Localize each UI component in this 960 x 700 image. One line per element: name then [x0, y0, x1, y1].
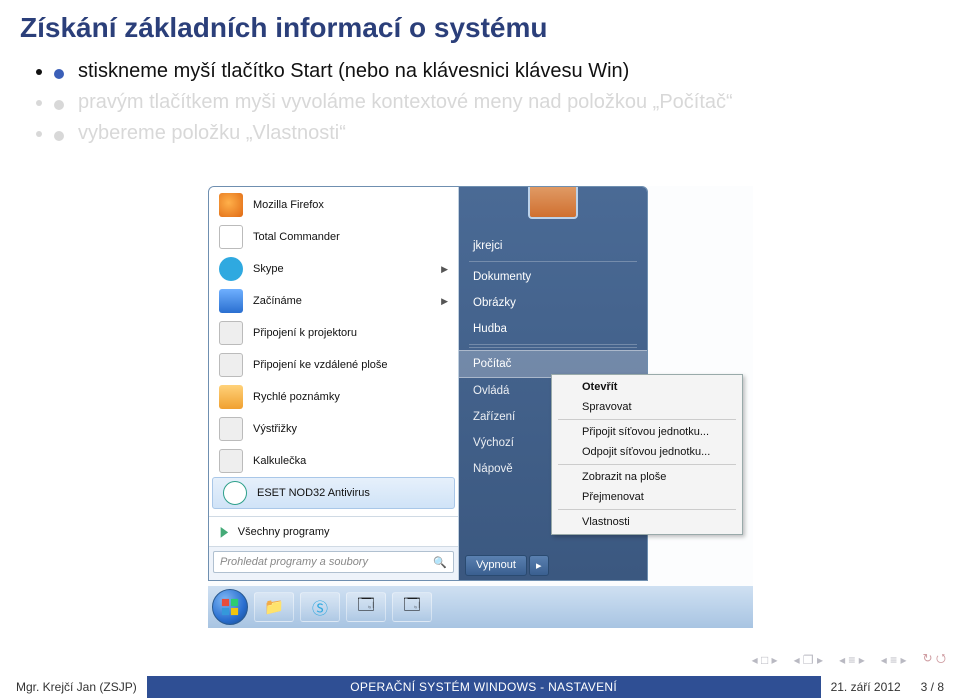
start-menu-item[interactable]: Připojení ke vzdálené ploše: [209, 349, 458, 381]
shutdown-button[interactable]: Vypnout: [465, 555, 527, 576]
all-programs-label: Všechny programy: [238, 526, 330, 538]
all-programs-item[interactable]: ▶ Všechny programy: [209, 516, 458, 546]
nav-frame-icon[interactable]: ◂ ❐ ▸: [794, 653, 823, 667]
start-menu-right-item[interactable]: Hudba: [459, 316, 647, 342]
start-menu-item-label: Skype: [253, 263, 284, 275]
start-menu-item-label: Kalkulečka: [253, 455, 306, 467]
start-menu-item[interactable]: Mozilla Firefox: [209, 189, 458, 221]
app-icon: [219, 385, 243, 409]
start-menu-right-item[interactable]: Dokumenty: [459, 264, 647, 290]
windows-logo-icon: [221, 598, 239, 616]
context-menu-item[interactable]: Zobrazit na ploše: [554, 467, 740, 487]
footer-title: OPERAČNÍ SYSTÉM WINDOWS - NASTAVENÍ: [147, 676, 821, 698]
chevron-right-icon: ▶: [441, 296, 448, 307]
app-icon: [219, 321, 243, 345]
taskbar-explorer-icon[interactable]: 📁: [254, 592, 294, 622]
arrow-right-icon: ▶: [221, 523, 229, 540]
search-row: Prohledat programy a soubory 🔍: [209, 546, 458, 580]
context-menu-item[interactable]: Vlastnosti: [554, 512, 740, 532]
nav-begin-icon[interactable]: ◂ □ ▸: [752, 653, 778, 667]
start-menu-left-column: Mozilla FirefoxTotal CommanderSkype▶Začí…: [209, 187, 459, 580]
beamer-nav-icons: ◂ □ ▸ ◂ ❐ ▸ ◂ ≡ ▸ ◂ ≡ ▸ ↻ ⭯: [752, 649, 946, 670]
start-menu-item-label: Připojení k projektoru: [253, 327, 357, 339]
context-menu-item[interactable]: Připojit síťovou jednotku...: [554, 422, 740, 442]
taskbar-skype-icon[interactable]: Ⓢ: [300, 592, 340, 622]
search-input[interactable]: Prohledat programy a soubory 🔍: [213, 551, 454, 573]
start-menu-item-label: Výstřižky: [253, 423, 297, 435]
start-menu-screenshot: Mozilla FirefoxTotal CommanderSkype▶Začí…: [208, 186, 753, 628]
footer-author: Mgr. Krejčí Jan (ZSJP): [16, 680, 137, 694]
shutdown-row: Vypnout ▸: [465, 555, 641, 576]
start-menu-item[interactable]: Výstřižky: [209, 413, 458, 445]
start-menu-item[interactable]: Začínáme ▶: [209, 285, 458, 317]
start-menu-item-label: ESET NOD32 Antivirus: [257, 487, 370, 499]
context-menu-item[interactable]: Otevřít: [554, 377, 740, 397]
nav-redo-icon[interactable]: ↻ ⭯: [923, 649, 947, 670]
app-icon: [219, 449, 243, 473]
start-menu-item[interactable]: Připojení k projektoru: [209, 317, 458, 349]
footer-date: 21. září 2012: [831, 680, 901, 694]
context-menu-item[interactable]: Spravovat: [554, 397, 740, 417]
footer-page-number: 3 / 8: [921, 680, 944, 694]
app-icon: [223, 481, 247, 505]
nav-section-icon[interactable]: ◂ ≡ ▸: [881, 653, 907, 667]
context-menu-item[interactable]: Přejmenovat: [554, 487, 740, 507]
user-avatar: [528, 186, 578, 219]
app-icon: [219, 289, 243, 313]
taskbar: 📁 Ⓢ 🗔 🗔: [208, 586, 753, 628]
search-icon: 🔍: [433, 556, 447, 569]
shutdown-options-button[interactable]: ▸: [529, 555, 549, 576]
app-icon: [219, 353, 243, 377]
context-menu-separator: [558, 509, 736, 510]
slide-footer: Mgr. Krejčí Jan (ZSJP) OPERAČNÍ SYSTÉM W…: [0, 674, 960, 700]
app-icon: [219, 225, 243, 249]
start-menu-item[interactable]: Skype ▶: [209, 253, 458, 285]
start-menu-item[interactable]: ESET NOD32 Antivirus: [212, 477, 455, 509]
start-menu-item-label: Připojení ke vzdálené ploše: [253, 359, 388, 371]
start-menu-right-item[interactable]: jkrejci: [459, 233, 647, 259]
bullet-item: pravým tlačítkem myši vyvoláme kontextov…: [54, 89, 930, 116]
start-menu-item[interactable]: Rychlé poznámky: [209, 381, 458, 413]
start-menu-item-label: Total Commander: [253, 231, 340, 243]
nav-subsection-icon[interactable]: ◂ ≡ ▸: [839, 653, 865, 667]
search-placeholder: Prohledat programy a soubory: [220, 556, 368, 568]
start-menu-item-label: Rychlé poznámky: [253, 391, 340, 403]
bullet-list: stiskneme myší tlačítko Start (nebo na k…: [0, 54, 960, 161]
app-icon: [219, 417, 243, 441]
chevron-right-icon: ▶: [441, 264, 448, 275]
start-menu-item-label: Mozilla Firefox: [253, 199, 324, 211]
context-menu-separator: [558, 464, 736, 465]
start-menu-item[interactable]: Kalkulečka: [209, 445, 458, 477]
context-menu-separator: [558, 419, 736, 420]
app-icon: [219, 257, 243, 281]
start-orb[interactable]: [212, 589, 248, 625]
slide-title: Získání základních informací o systému: [0, 0, 960, 54]
start-menu-right-item[interactable]: Obrázky: [459, 290, 647, 316]
taskbar-app-icon-2[interactable]: 🗔: [392, 592, 432, 622]
taskbar-app-icon[interactable]: 🗔: [346, 592, 386, 622]
start-menu-item-label: Začínáme: [253, 295, 302, 307]
bullet-item: vybereme položku „Vlastnosti“: [54, 120, 930, 147]
context-menu: OtevřítSpravovat Připojit síťovou jednotk…: [551, 374, 743, 535]
context-menu-item[interactable]: Odpojit síťovou jednotku...: [554, 442, 740, 462]
app-icon: [219, 193, 243, 217]
bullet-item: stiskneme myší tlačítko Start (nebo na k…: [54, 58, 930, 85]
start-menu-item[interactable]: Total Commander: [209, 221, 458, 253]
